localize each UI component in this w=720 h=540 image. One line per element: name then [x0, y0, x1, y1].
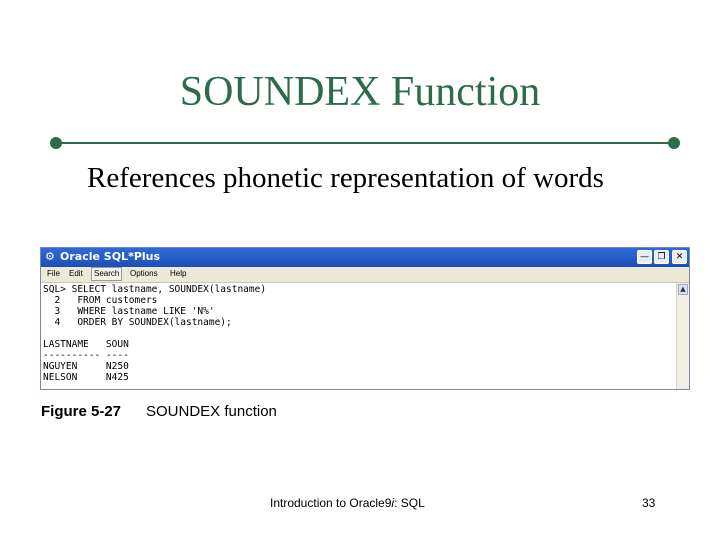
console-line: ---------- ---- [43, 350, 129, 361]
app-icon: ⚙ [45, 250, 55, 263]
scroll-up-icon[interactable]: ▲ [678, 284, 688, 295]
slide-title: SOUNDEX Function [179, 69, 541, 115]
rule-right-dot [668, 137, 680, 149]
menu-help[interactable]: Help [168, 268, 188, 280]
footer-course-title: Introduction to Oracle9i: SQL [270, 496, 425, 510]
window-title: Oracle SQL*Plus [60, 250, 161, 263]
maximize-button[interactable]: ❐ [654, 250, 669, 264]
console-line: NGUYEN N250 [43, 361, 129, 372]
console-output[interactable]: SQL> SELECT lastname, SOUNDEX(lastname) … [43, 284, 675, 389]
title-divider [56, 142, 674, 144]
bullet-text: References phonetic representation of wo… [87, 162, 604, 194]
figure-number: Figure 5-27 [41, 403, 122, 420]
console-line: 4 ORDER BY SOUNDEX(lastname); [43, 317, 232, 328]
window-titlebar[interactable]: ⚙ Oracle SQL*Plus — ❐ ✕ [41, 248, 689, 267]
menu-options[interactable]: Options [128, 268, 160, 280]
menu-search[interactable]: Search [91, 267, 123, 281]
footer-suffix: : SQL [394, 496, 425, 510]
minimize-button[interactable]: — [637, 250, 652, 264]
footer-prefix: Introduction to Oracle9 [270, 496, 392, 510]
close-button[interactable]: ✕ [672, 250, 687, 264]
page-number: 33 [642, 496, 656, 510]
menu-file[interactable]: File [45, 268, 62, 280]
vertical-scrollbar[interactable]: ▲ [676, 283, 689, 389]
sqlplus-window: ⚙ Oracle SQL*Plus — ❐ ✕ File Edit Search… [40, 247, 690, 390]
console-line: SQL> SELECT lastname, SOUNDEX(lastname) [43, 284, 267, 295]
figure-caption: SOUNDEX function [146, 403, 277, 420]
console-line: LASTNAME SOUN [43, 339, 129, 350]
menu-bar: File Edit Search Options Help [41, 267, 689, 283]
menu-edit[interactable]: Edit [67, 268, 85, 280]
console-line: NELSON N425 [43, 372, 129, 383]
console-line: 2 FROM customers [43, 295, 158, 306]
console-line: 3 WHERE lastname LIKE 'N%' [43, 306, 215, 317]
